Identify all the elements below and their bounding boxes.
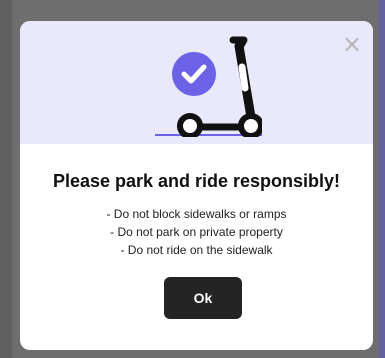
rule-item: - Do not ride on the sidewalk [120,243,273,257]
background-left-strip [0,0,12,358]
rule-item: - Do not park on private property [110,225,283,239]
rules-list: - Do not block sidewalks or ramps - Do n… [20,205,373,259]
check-circle-icon [172,52,216,96]
rule-item: - Do not block sidewalks or ramps [106,207,287,221]
scooter-illustration [155,36,262,137]
front-wheel [238,113,262,137]
parking-modal: × Please park and ride responsibly! - Do… [20,21,373,350]
background-right-strip [379,0,385,358]
close-button[interactable]: × [341,32,363,56]
scooter-stem-stripe [238,63,249,92]
modal-title: Please park and ride responsibly! [52,171,341,191]
rear-wheel [177,113,203,137]
ok-button[interactable]: Ok [164,277,242,319]
